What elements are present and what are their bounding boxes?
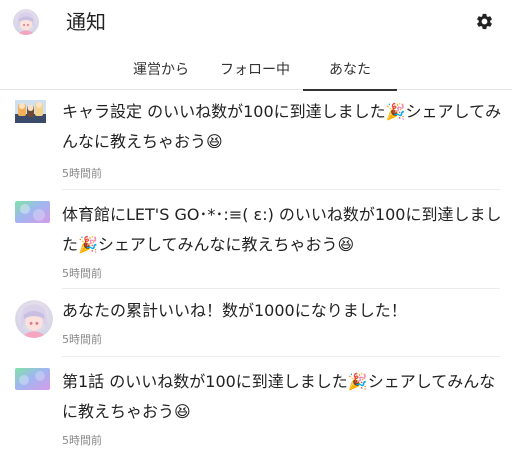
notification-time: 5時間前 xyxy=(62,267,102,280)
page-title: 通知 xyxy=(66,10,106,34)
divider xyxy=(62,356,500,357)
tab-you[interactable]: あなた xyxy=(303,52,397,91)
notification-item[interactable]: あなたの累計いいね！数が1000になりました！ 5時間前 xyxy=(0,290,512,356)
user-avatar[interactable] xyxy=(13,9,39,35)
notification-time: 5時間前 xyxy=(62,434,102,447)
story-thumbnail-gradient xyxy=(15,368,50,390)
notification-text: 体育館にLET'S GO･*･:≡( ε:) のいいね数が100に到達しました🎉… xyxy=(62,205,502,254)
notification-item[interactable]: キャラ設定 のいいね数が100に到達しました🎉シェアしてみんなに教えちゃおう😆 … xyxy=(0,96,512,188)
tab-following[interactable]: フォロー中 xyxy=(212,52,298,90)
story-thumbnail-illustration xyxy=(15,100,46,123)
divider xyxy=(62,189,500,190)
gear-icon[interactable] xyxy=(475,12,494,31)
notification-text: あなたの累計いいね！数が1000になりました！ xyxy=(62,301,407,320)
notification-text: 第1話 のいいね数が100に到達しました🎉シェアしてみんなに教えちゃおう😆 xyxy=(62,372,496,421)
notification-tabs: 運営から フォロー中 あなた xyxy=(0,52,512,91)
tab-from-operator[interactable]: 運営から xyxy=(120,52,202,90)
notification-item[interactable]: 第1話 のいいね数が100に到達しました🎉シェアしてみんなに教えちゃおう😆 5時… xyxy=(0,362,512,456)
divider xyxy=(62,288,500,289)
notification-item[interactable]: 体育館にLET'S GO･*･:≡( ε:) のいいね数が100に到達しました🎉… xyxy=(0,196,512,288)
notification-time: 5時間前 xyxy=(62,167,102,180)
notification-text: キャラ設定 のいいね数が100に到達しました🎉シェアしてみんなに教えちゃおう😆 xyxy=(62,102,502,151)
user-avatar xyxy=(15,300,53,338)
story-thumbnail-gradient xyxy=(15,201,50,223)
app-header: 通知 xyxy=(0,0,512,44)
notification-time: 5時間前 xyxy=(62,333,102,346)
